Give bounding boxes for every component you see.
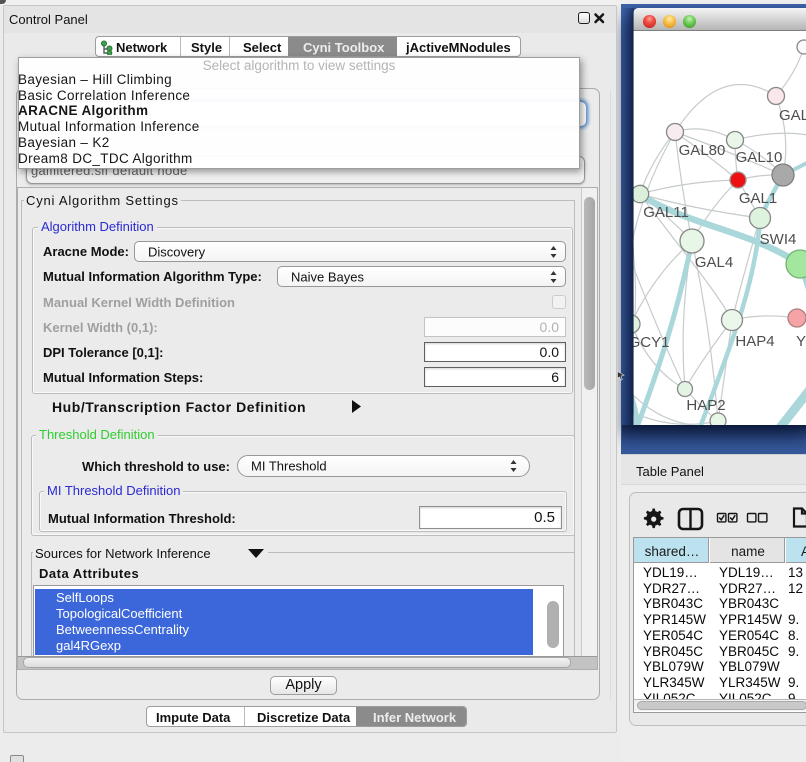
svg-text:SWI4: SWI4 (760, 231, 797, 248)
svg-text:HAP2: HAP2 (686, 397, 725, 414)
svg-text:GAL80: GAL80 (679, 142, 726, 159)
svg-text:GAL11: GAL11 (643, 204, 689, 221)
svg-text:GCY1: GCY1 (633, 334, 669, 351)
svg-text:GAL1: GAL1 (739, 190, 777, 207)
svg-text:HAP4: HAP4 (735, 333, 774, 350)
svg-text:GAL: GAL (779, 107, 806, 124)
svg-text:GAL4: GAL4 (695, 254, 733, 271)
svg-text:Y: Y (796, 333, 806, 350)
svg-text:GAL10: GAL10 (736, 149, 783, 166)
